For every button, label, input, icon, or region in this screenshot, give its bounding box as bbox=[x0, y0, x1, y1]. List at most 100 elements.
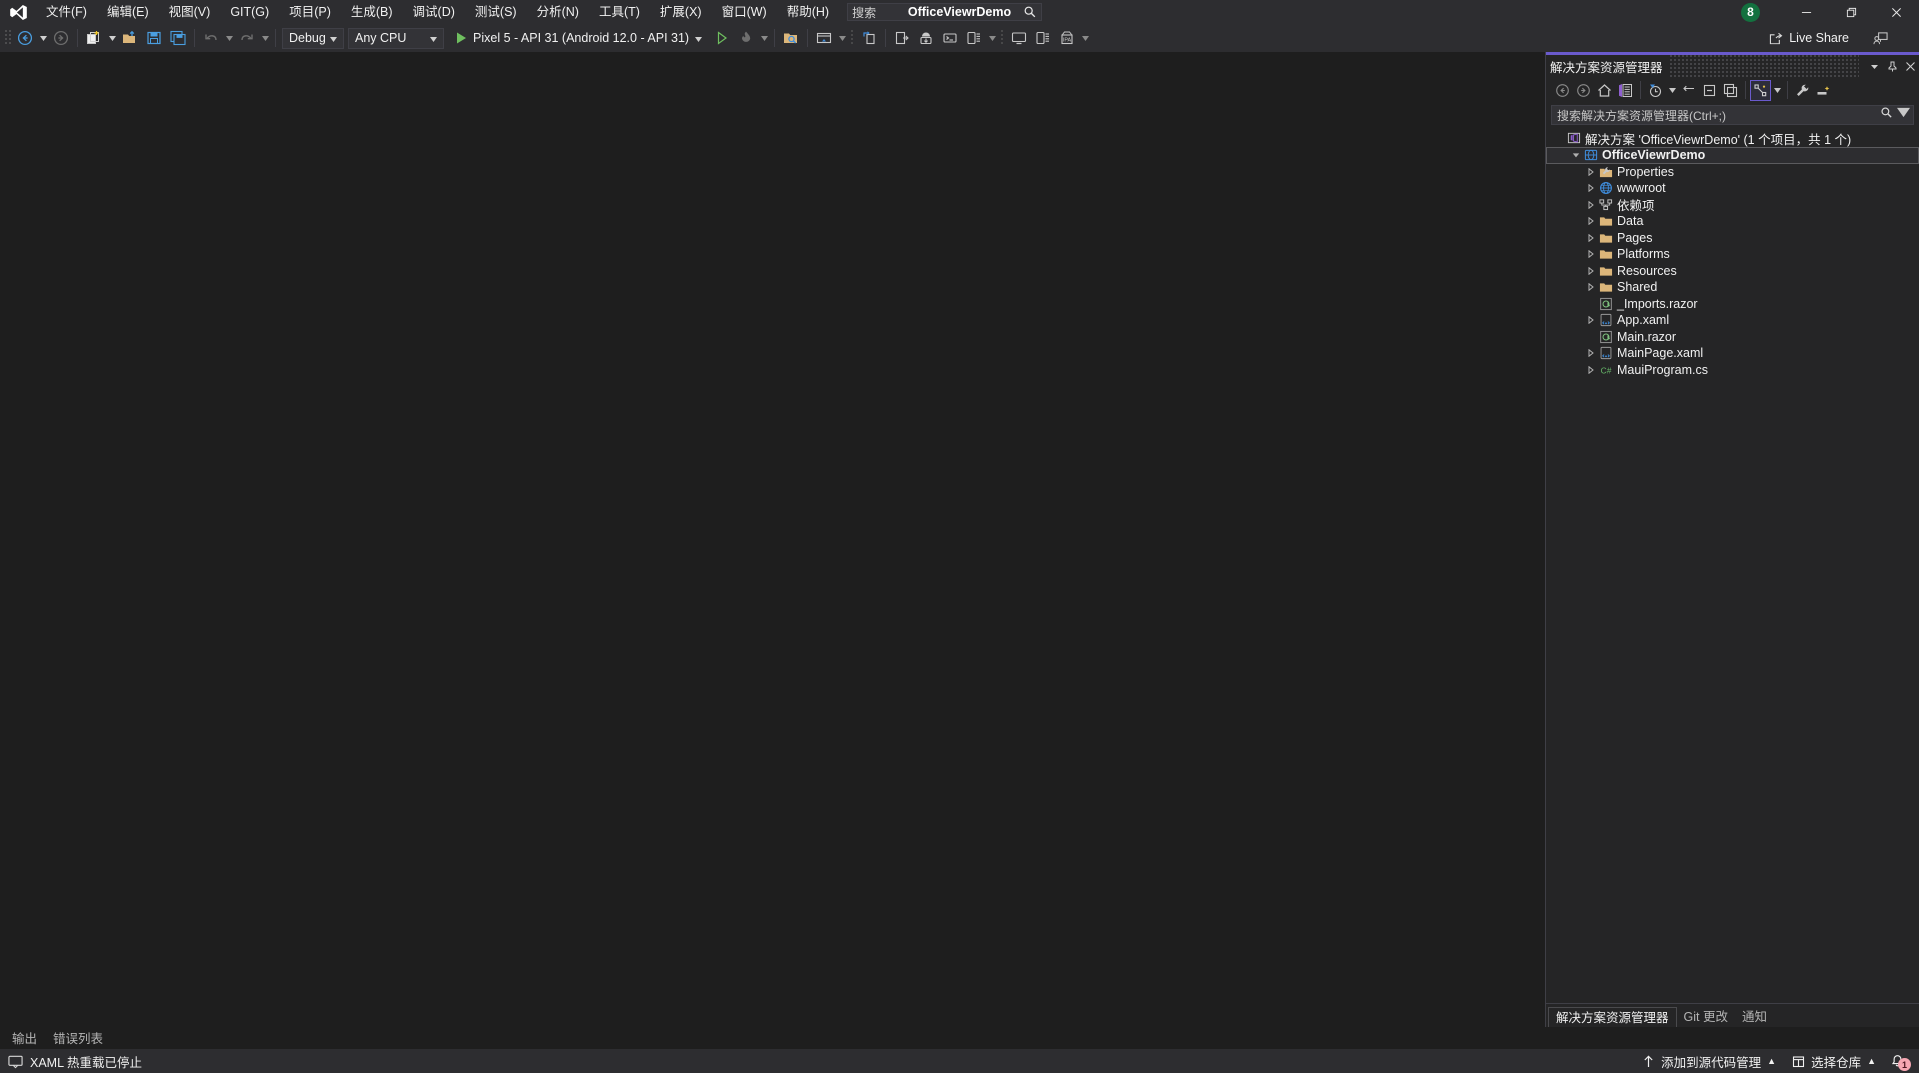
tree-node[interactable]: Shared bbox=[1546, 279, 1919, 296]
select-repository-button[interactable]: 选择仓库 ▲ bbox=[1784, 1049, 1884, 1073]
undo-dropdown[interactable] bbox=[223, 27, 235, 49]
tree-node[interactable]: Main.razor bbox=[1546, 329, 1919, 346]
status-hot-reload[interactable]: XAML 热重载已停止 bbox=[4, 1052, 142, 1071]
chevron-down-icon[interactable] bbox=[1865, 56, 1883, 76]
tree-node[interactable]: 依赖项 bbox=[1546, 197, 1919, 213]
chevron-down-icon[interactable] bbox=[689, 31, 708, 45]
collapse-all-icon[interactable] bbox=[1699, 80, 1720, 101]
tree-node[interactable]: _Imports.razor bbox=[1546, 296, 1919, 313]
view-selector-icon[interactable] bbox=[1750, 79, 1771, 101]
expander-collapsed-icon[interactable] bbox=[1584, 246, 1597, 262]
android-adb-terminal-icon[interactable] bbox=[938, 27, 962, 49]
menu-item-tools[interactable]: 工具(T) bbox=[589, 0, 650, 24]
solution-explorer-search-input[interactable]: 搜索解决方案资源管理器(Ctrl+;) bbox=[1551, 105, 1914, 125]
redo-dropdown[interactable] bbox=[259, 27, 271, 49]
home-icon[interactable] bbox=[1594, 80, 1615, 101]
tree-node[interactable]: Pages bbox=[1546, 230, 1919, 247]
solution-tree[interactable]: 解决方案 'OfficeViewrDemo' (1 个项目，共 1 个) Offi… bbox=[1546, 128, 1919, 1003]
toolbar-grip[interactable] bbox=[848, 29, 857, 47]
expander-collapsed-icon[interactable] bbox=[1584, 230, 1597, 246]
device-preview-icon[interactable] bbox=[1031, 27, 1055, 49]
tab-git-changes[interactable]: Git 更改 bbox=[1677, 1007, 1735, 1027]
menu-item-project[interactable]: 项目(P) bbox=[279, 0, 341, 24]
tree-node[interactable]: C# MauiProgram.cs bbox=[1546, 362, 1919, 379]
tab-output[interactable]: 输出 bbox=[4, 1026, 45, 1049]
panel-drag-dots[interactable] bbox=[1668, 55, 1859, 77]
build-configuration-combo[interactable]: Debug bbox=[282, 27, 344, 49]
sync-with-active-document-icon[interactable] bbox=[1678, 80, 1699, 101]
toolbar-grip[interactable] bbox=[998, 29, 1007, 47]
live-share-button[interactable]: Live Share bbox=[1762, 27, 1855, 49]
expander-collapsed-icon[interactable] bbox=[1584, 263, 1597, 279]
expander-expanded-icon[interactable] bbox=[1569, 147, 1582, 163]
run-target-button[interactable]: Pixel 5 - API 31 (Android 12.0 - API 31) bbox=[450, 27, 710, 49]
tree-node-selected[interactable]: OfficeViewrDemo bbox=[1546, 146, 1919, 164]
expander-collapsed-icon[interactable] bbox=[1584, 213, 1597, 229]
android-device-manager-icon[interactable] bbox=[914, 27, 938, 49]
menu-item-edit[interactable]: 编辑(E) bbox=[97, 0, 159, 24]
menu-item-window[interactable]: 窗口(W) bbox=[712, 0, 777, 24]
menu-item-debug[interactable]: 调试(D) bbox=[403, 0, 465, 24]
redo-icon[interactable] bbox=[235, 27, 259, 49]
tab-notifications[interactable]: 通知 bbox=[1735, 1007, 1774, 1027]
tree-node[interactable]: Properties bbox=[1546, 164, 1919, 181]
tree-node[interactable]: wwwroot bbox=[1546, 180, 1919, 197]
close-button[interactable] bbox=[1874, 0, 1919, 24]
monitor-icon[interactable] bbox=[1007, 27, 1031, 49]
ipa-package-icon[interactable]: IPA bbox=[1055, 27, 1079, 49]
restore-button[interactable] bbox=[1829, 0, 1874, 24]
device-log-icon[interactable] bbox=[962, 27, 986, 49]
preview-selected-items-icon[interactable] bbox=[1813, 80, 1834, 101]
hot-reload-flame-icon[interactable] bbox=[734, 27, 758, 49]
navigate-back-icon[interactable] bbox=[13, 27, 37, 49]
expander-collapsed-icon[interactable] bbox=[1584, 164, 1597, 180]
navigate-forward-icon[interactable] bbox=[49, 27, 73, 49]
expander-collapsed-icon[interactable] bbox=[1584, 312, 1597, 328]
close-icon[interactable] bbox=[1901, 56, 1919, 76]
tree-node[interactable]: Platforms bbox=[1546, 246, 1919, 263]
properties-wrench-icon[interactable] bbox=[1792, 80, 1813, 101]
show-all-files-icon[interactable] bbox=[1720, 80, 1741, 101]
send-feedback-button[interactable] bbox=[1869, 27, 1891, 49]
menu-item-extensions[interactable]: 扩展(X) bbox=[650, 0, 712, 24]
new-project-icon[interactable] bbox=[82, 27, 106, 49]
menu-item-build[interactable]: 生成(B) bbox=[341, 0, 403, 24]
refresh-window-icon[interactable] bbox=[857, 27, 881, 49]
navigate-back-dropdown[interactable] bbox=[37, 27, 49, 49]
save-all-icon[interactable] bbox=[166, 27, 190, 49]
tab-error-list[interactable]: 错误列表 bbox=[45, 1026, 111, 1049]
solution-explorer-icon[interactable] bbox=[1615, 80, 1636, 101]
notifications-button[interactable]: 1 bbox=[1884, 1049, 1915, 1073]
menu-item-view[interactable]: 视图(V) bbox=[159, 0, 221, 24]
menu-item-git[interactable]: GIT(G) bbox=[220, 0, 279, 24]
tree-node[interactable]: Data bbox=[1546, 213, 1919, 230]
add-to-source-control-button[interactable]: 添加到源代码管理 ▲ bbox=[1634, 1049, 1784, 1073]
menu-item-test[interactable]: 测试(S) bbox=[465, 0, 527, 24]
expander-collapsed-icon[interactable] bbox=[1584, 362, 1597, 378]
undo-icon[interactable] bbox=[199, 27, 223, 49]
open-file-icon[interactable] bbox=[118, 27, 142, 49]
device-log-dropdown[interactable] bbox=[986, 27, 998, 49]
tab-solution-explorer[interactable]: 解决方案资源管理器 bbox=[1548, 1007, 1677, 1027]
hot-reload-dropdown[interactable] bbox=[758, 27, 770, 49]
new-project-dropdown[interactable] bbox=[106, 27, 118, 49]
toolbox-icon[interactable] bbox=[812, 27, 836, 49]
menu-item-analyze[interactable]: 分析(N) bbox=[527, 0, 589, 24]
chevron-down-icon[interactable] bbox=[1893, 106, 1910, 124]
pending-changes-dropdown[interactable] bbox=[1666, 79, 1678, 101]
attach-play-icon[interactable] bbox=[710, 27, 734, 49]
tree-node[interactable]: MainPage.xaml bbox=[1546, 345, 1919, 362]
pin-icon[interactable] bbox=[1883, 56, 1901, 76]
expander-collapsed-icon[interactable] bbox=[1584, 197, 1597, 213]
tree-node[interactable]: Resources bbox=[1546, 263, 1919, 280]
menu-item-file[interactable]: 文件(F) bbox=[36, 0, 97, 24]
expander-collapsed-icon[interactable] bbox=[1584, 279, 1597, 295]
platform-combo[interactable]: Any CPU bbox=[348, 27, 444, 49]
account-badge[interactable]: 8 bbox=[1741, 2, 1760, 22]
back-icon[interactable] bbox=[1552, 80, 1573, 101]
expander-collapsed-icon[interactable] bbox=[1584, 345, 1597, 361]
menu-item-help[interactable]: 帮助(H) bbox=[777, 0, 839, 24]
toolbox-dropdown[interactable] bbox=[836, 27, 848, 49]
pending-changes-filter-icon[interactable] bbox=[1645, 80, 1666, 101]
minimize-button[interactable] bbox=[1784, 0, 1829, 24]
